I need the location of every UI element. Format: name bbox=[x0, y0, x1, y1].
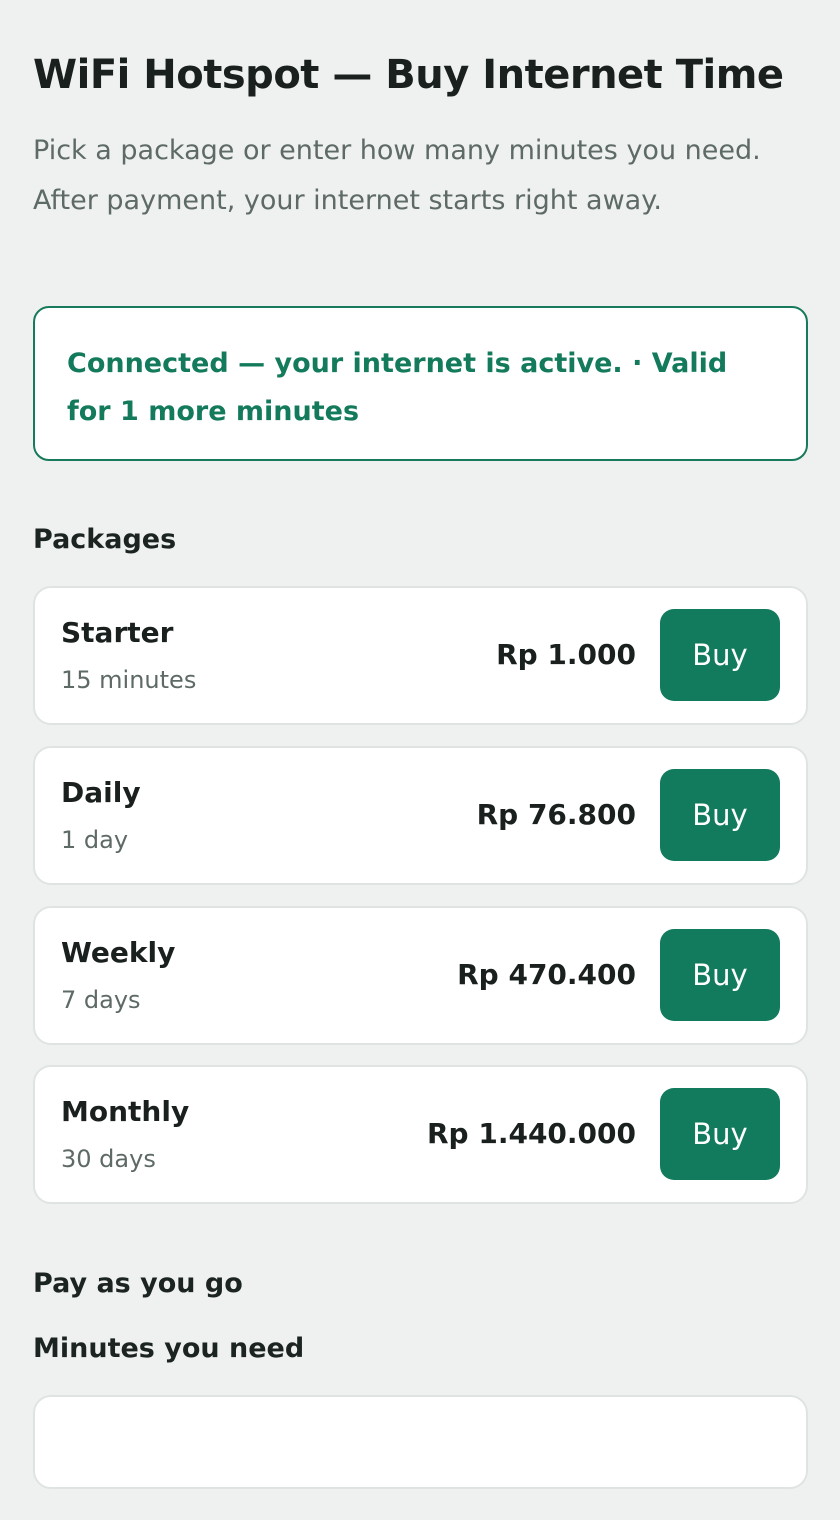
package-name: Monthly bbox=[61, 1095, 190, 1128]
package-duration: 15 minutes bbox=[61, 666, 197, 694]
package-name: Starter bbox=[61, 616, 174, 649]
minutes-label: Minutes you need bbox=[33, 1333, 305, 1364]
packages-heading: Packages bbox=[33, 524, 177, 555]
connection-status-text: Connected — your internet is active. · V… bbox=[67, 348, 728, 427]
package-name: Weekly bbox=[61, 936, 176, 969]
package-card-daily: Daily 1 day Rp 76.800 Buy bbox=[33, 746, 808, 885]
package-card-monthly: Monthly 30 days Rp 1.440.000 Buy bbox=[33, 1065, 808, 1204]
buy-daily-button[interactable]: Buy bbox=[660, 769, 780, 861]
package-price: Rp 470.400 bbox=[457, 958, 636, 991]
buy-monthly-button[interactable]: Buy bbox=[660, 1088, 780, 1180]
hotspot-page: WiFi Hotspot — Buy Internet Time Pick a … bbox=[0, 0, 840, 1520]
package-price: Rp 1.440.000 bbox=[426, 1117, 636, 1150]
buy-weekly-button[interactable]: Buy bbox=[660, 929, 780, 1021]
package-card-starter: Starter 15 minutes Rp 1.000 Buy bbox=[33, 586, 808, 725]
pay-as-you-go-heading: Pay as you go bbox=[33, 1268, 243, 1299]
package-duration: 1 day bbox=[61, 826, 129, 854]
package-name: Daily bbox=[61, 776, 141, 809]
package-duration: 30 days bbox=[61, 1145, 156, 1173]
package-card-weekly: Weekly 7 days Rp 470.400 Buy bbox=[33, 906, 808, 1045]
connection-status-banner: Connected — your internet is active. · V… bbox=[33, 306, 808, 461]
package-duration: 7 days bbox=[61, 986, 141, 1014]
package-price: Rp 1.000 bbox=[496, 638, 636, 671]
page-title: WiFi Hotspot — Buy Internet Time bbox=[33, 52, 784, 98]
page-subtitle: Pick a package or enter how many minutes… bbox=[33, 135, 761, 216]
buy-starter-button[interactable]: Buy bbox=[660, 609, 780, 701]
package-price: Rp 76.800 bbox=[476, 798, 636, 831]
minutes-input[interactable] bbox=[33, 1395, 808, 1489]
